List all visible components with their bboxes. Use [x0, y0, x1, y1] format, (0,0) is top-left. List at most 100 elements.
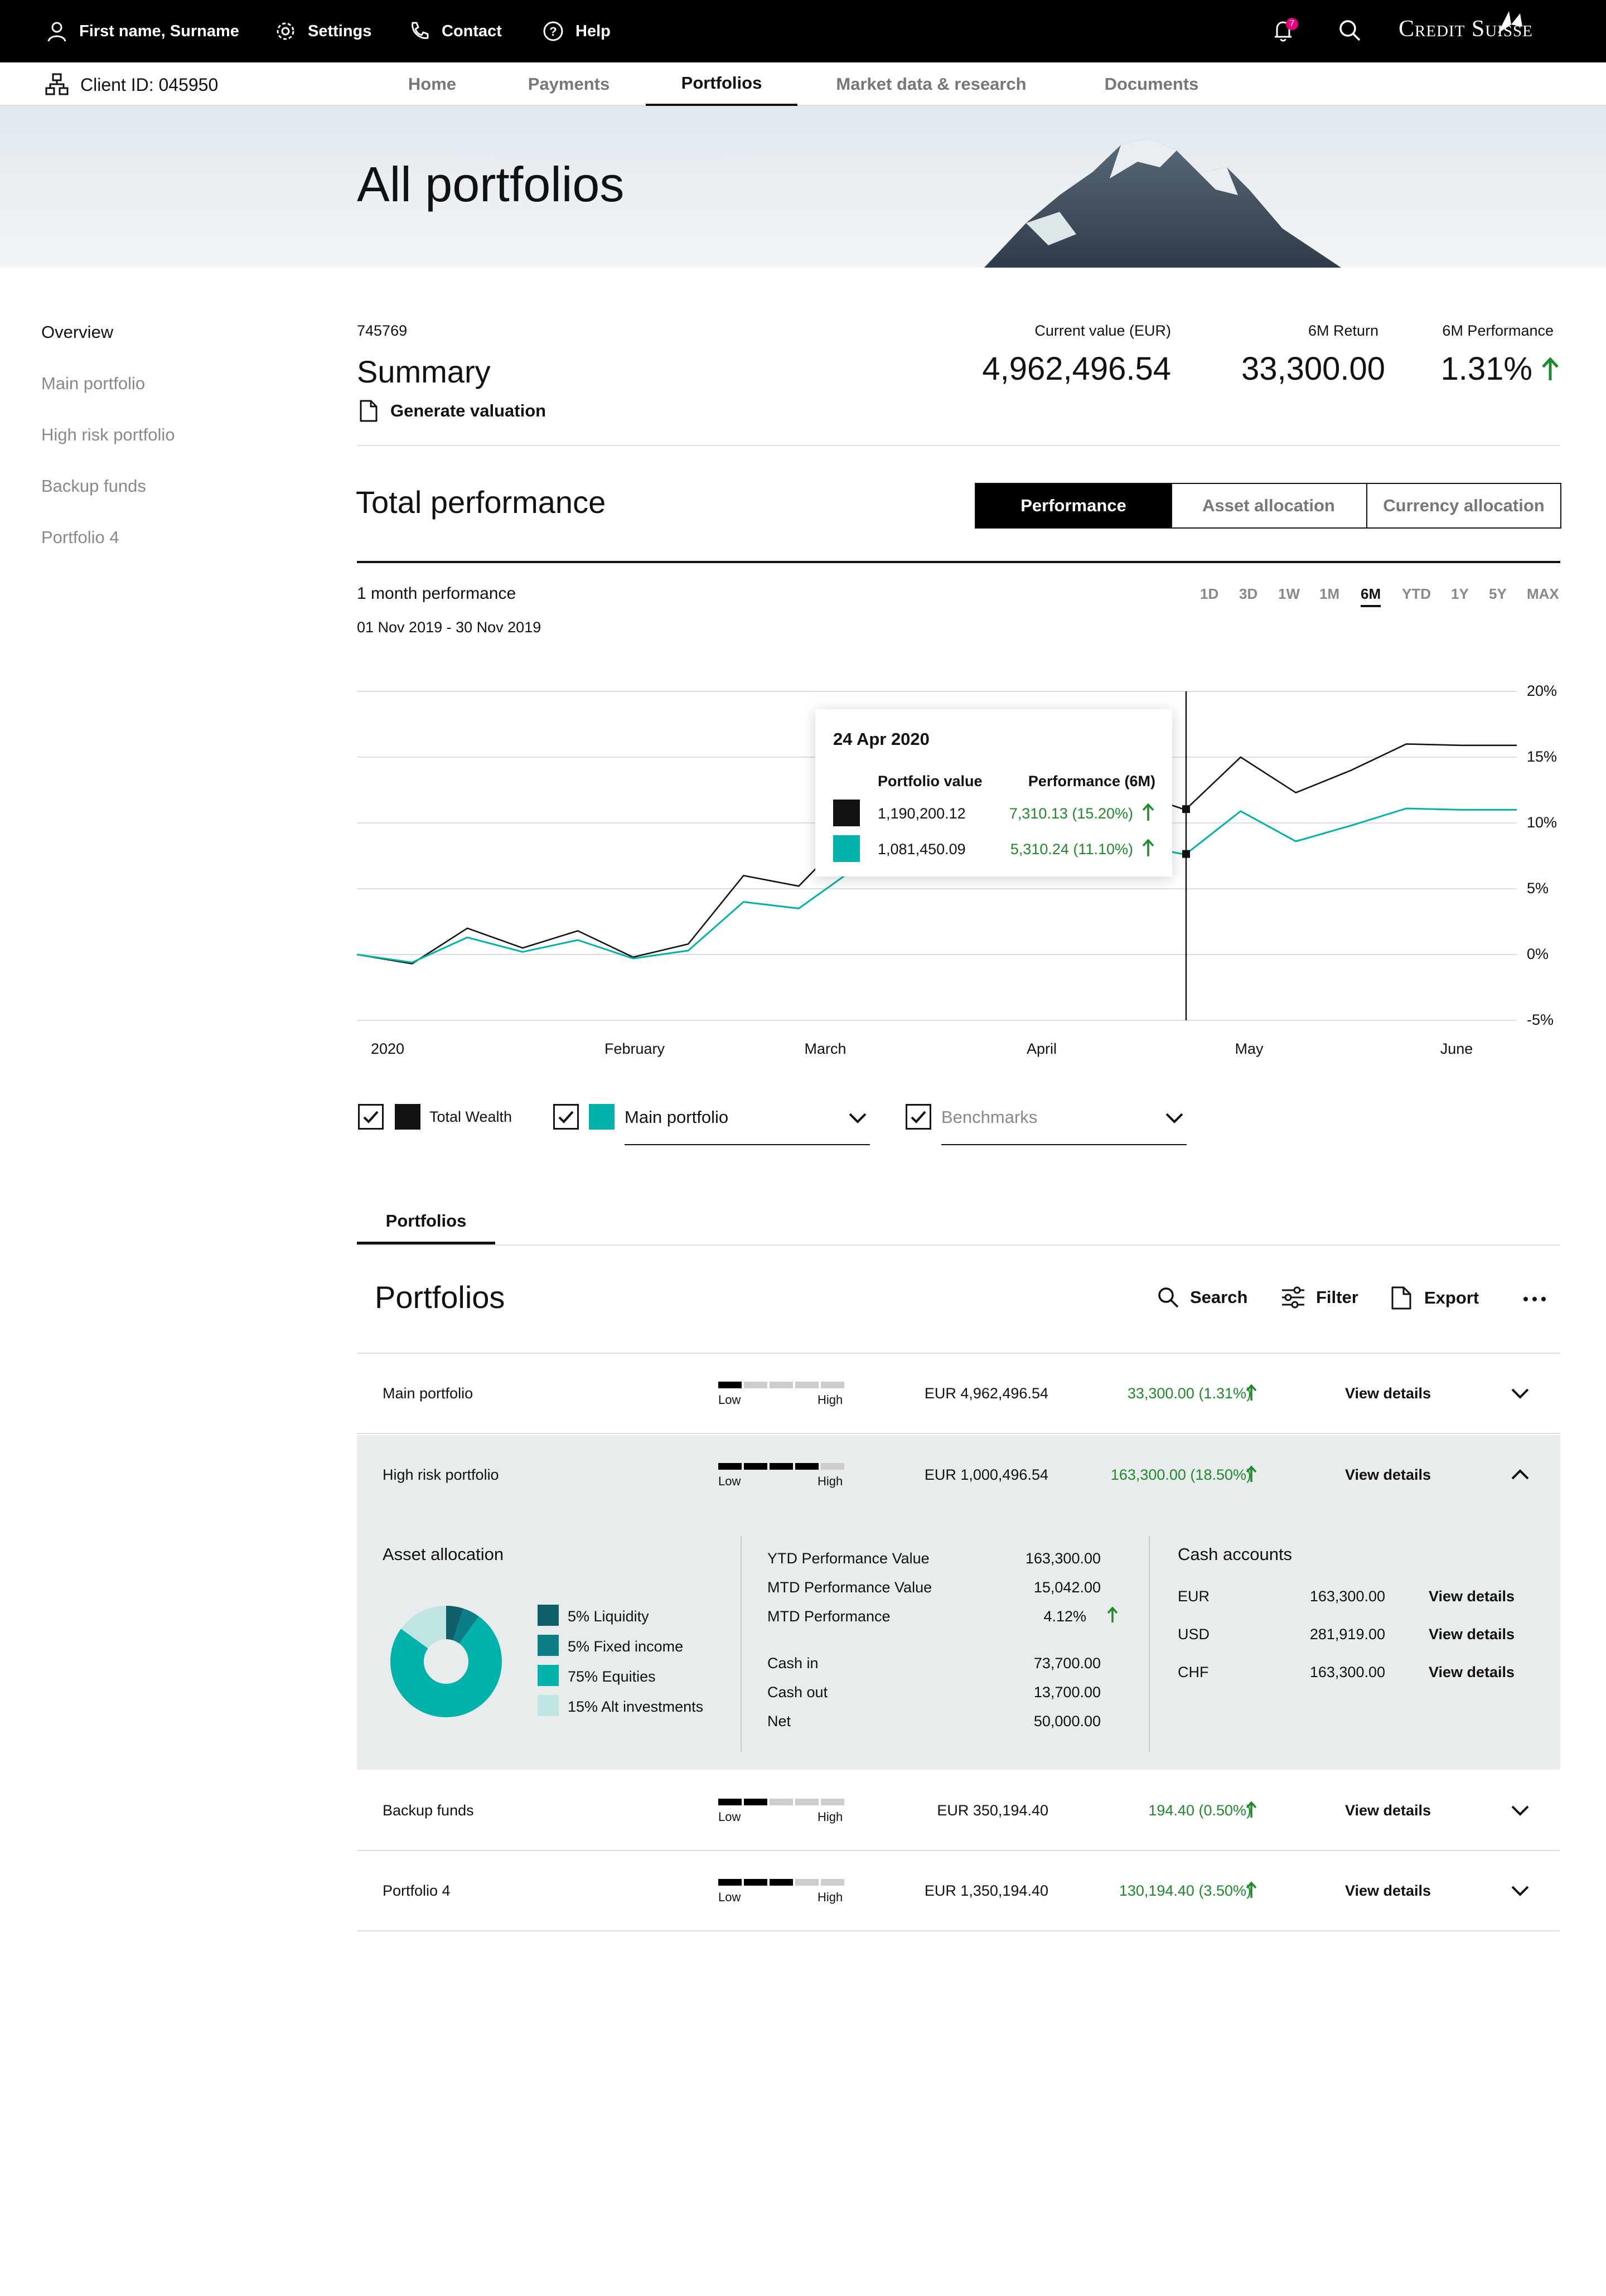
cash-accounts-title: Cash accounts	[1178, 1544, 1293, 1564]
total-wealth-label: Total Wealth	[429, 1108, 512, 1125]
chevron-down-icon[interactable]	[1510, 1882, 1530, 1899]
allocation-swatch	[538, 1605, 559, 1626]
view-details-link[interactable]: View details	[1345, 1882, 1431, 1900]
cash-view-details-link[interactable]: View details	[1429, 1588, 1515, 1605]
stat-value: 13,700.00	[1033, 1684, 1101, 1701]
main-portfolio-select[interactable]: Main portfolio	[625, 1096, 870, 1145]
chevron-down-icon[interactable]	[1510, 1385, 1530, 1402]
risk-segment	[744, 1382, 767, 1388]
chevron-down-icon	[849, 1113, 867, 1123]
risk-segment	[795, 1799, 819, 1805]
y-tick-label: 0%	[1527, 946, 1549, 962]
y-tick-label: 15%	[1527, 748, 1557, 765]
allocation-swatch	[538, 1635, 559, 1656]
total-wealth-swatch	[395, 1104, 420, 1130]
search-label: Search	[1190, 1287, 1248, 1307]
more-options-button[interactable]	[1522, 1288, 1547, 1313]
cash-view-details-link[interactable]: View details	[1429, 1664, 1515, 1681]
table-row[interactable]: High risk portfolio Low High EUR 1,000,496.…	[0, 1435, 1606, 1515]
chevron-down-icon[interactable]	[1510, 1802, 1530, 1819]
cash-view-details-link[interactable]: View details	[1429, 1626, 1515, 1643]
hover-marker	[1182, 850, 1190, 858]
main-portfolio-swatch	[589, 1104, 615, 1130]
risk-high-label: High	[817, 1393, 843, 1407]
benchmarks-checkbox[interactable]	[906, 1104, 931, 1130]
risk-segment	[821, 1382, 844, 1388]
export-label: Export	[1424, 1288, 1479, 1307]
risk-segment	[770, 1382, 793, 1388]
stat-value: 163,300.00	[1025, 1550, 1101, 1567]
portfolios-export-button[interactable]: Export	[1391, 1286, 1479, 1310]
expanded-row-details: Asset allocation 5% Liquidity 5% Fixed in…	[357, 1515, 1560, 1770]
performance-chart[interactable]	[0, 0, 1606, 1059]
risk-segment	[718, 1463, 742, 1470]
more-icon	[1523, 1297, 1546, 1301]
y-tick-label: -5%	[1527, 1011, 1554, 1028]
tooltip-perf-total: 7,310.13 (15.20%)	[1009, 805, 1133, 822]
view-details-link[interactable]: View details	[1345, 1802, 1431, 1819]
filter-label: Filter	[1316, 1287, 1358, 1307]
risk-segment	[770, 1463, 793, 1470]
divider	[741, 1535, 742, 1752]
tooltip-col-perf: Performance (6M)	[1028, 773, 1155, 789]
main-portfolio-select-value: Main portfolio	[625, 1107, 729, 1127]
cash-currency: EUR	[1178, 1588, 1210, 1605]
risk-indicator	[718, 1463, 844, 1470]
portfolio-value: EUR 4,962,496.54	[924, 1385, 1048, 1402]
risk-low-label: Low	[718, 1474, 741, 1488]
x-tick-label: February	[604, 1040, 665, 1057]
risk-indicator	[718, 1799, 844, 1805]
arrow-up-icon	[1246, 1801, 1257, 1818]
risk-segment	[744, 1463, 767, 1470]
stat-value: 50,000.00	[1033, 1713, 1101, 1730]
risk-indicator	[718, 1879, 844, 1886]
tab-portfolios-section[interactable]: Portfolios	[357, 1211, 495, 1244]
portfolio-name: Main portfolio	[383, 1385, 473, 1402]
portfolio-performance: 163,300.00 (18.50%)	[1110, 1466, 1251, 1483]
hover-marker	[1182, 805, 1190, 813]
stat-label: MTD Performance	[767, 1608, 891, 1625]
tooltip-swatch-main	[833, 835, 860, 862]
stat-label: Cash out	[767, 1684, 828, 1701]
table-row[interactable]: Main portfolio Low High EUR 4,962,496.54 33,…	[0, 1354, 1606, 1434]
y-tick-label: 10%	[1527, 814, 1557, 831]
chart-tooltip: 24 Apr 2020 Portfolio value Performance …	[815, 709, 1172, 876]
tooltip-col-value: Portfolio value	[878, 773, 983, 789]
risk-indicator	[718, 1382, 844, 1388]
allocation-label: 5% Liquidity	[568, 1608, 649, 1625]
allocation-label: 75% Equities	[568, 1668, 656, 1685]
table-row[interactable]: Portfolio 4 Low High EUR 1,350,194.40 130,19…	[0, 1851, 1606, 1931]
risk-segment	[821, 1463, 844, 1470]
risk-segment	[718, 1799, 742, 1805]
portfolio-performance: 194.40 (0.50%)	[1148, 1802, 1251, 1819]
risk-segment	[795, 1463, 819, 1470]
chevron-down-icon	[1165, 1113, 1183, 1123]
x-tick-label: May	[1235, 1040, 1264, 1057]
risk-segment	[718, 1382, 742, 1388]
risk-low-label: Low	[718, 1393, 741, 1407]
portfolios-filter-button[interactable]: Filter	[1280, 1286, 1358, 1309]
portfolios-title: Portfolios	[375, 1280, 505, 1315]
portfolio-performance: 33,300.00 (1.31%)	[1127, 1385, 1251, 1402]
view-details-link[interactable]: View details	[1345, 1385, 1431, 1402]
portfolios-search-button[interactable]: Search	[1157, 1286, 1247, 1309]
risk-segment	[770, 1879, 793, 1886]
risk-segment	[821, 1879, 844, 1886]
document-icon	[1391, 1286, 1411, 1310]
chevron-up-icon[interactable]	[1510, 1466, 1530, 1483]
cash-currency: CHF	[1178, 1664, 1209, 1680]
risk-segment	[718, 1879, 742, 1886]
total-wealth-checkbox[interactable]	[358, 1104, 384, 1130]
benchmarks-select[interactable]: Benchmarks	[941, 1096, 1187, 1145]
stat-value: 15,042.00	[1033, 1579, 1101, 1596]
x-tick-label: March	[804, 1040, 846, 1057]
cash-currency: USD	[1178, 1626, 1210, 1643]
tooltip-value-total: 1,190,200.12	[878, 805, 966, 822]
view-details-link[interactable]: View details	[1345, 1466, 1431, 1484]
portfolio-value: EUR 1,000,496.54	[924, 1466, 1048, 1483]
checkmark-icon	[911, 1111, 926, 1123]
portfolio-value: EUR 350,194.40	[937, 1802, 1048, 1819]
main-portfolio-checkbox[interactable]	[553, 1104, 579, 1130]
asset-allocation-donut	[390, 1606, 502, 1717]
table-row[interactable]: Backup funds Low High EUR 350,194.40 194.40 …	[0, 1771, 1606, 1851]
